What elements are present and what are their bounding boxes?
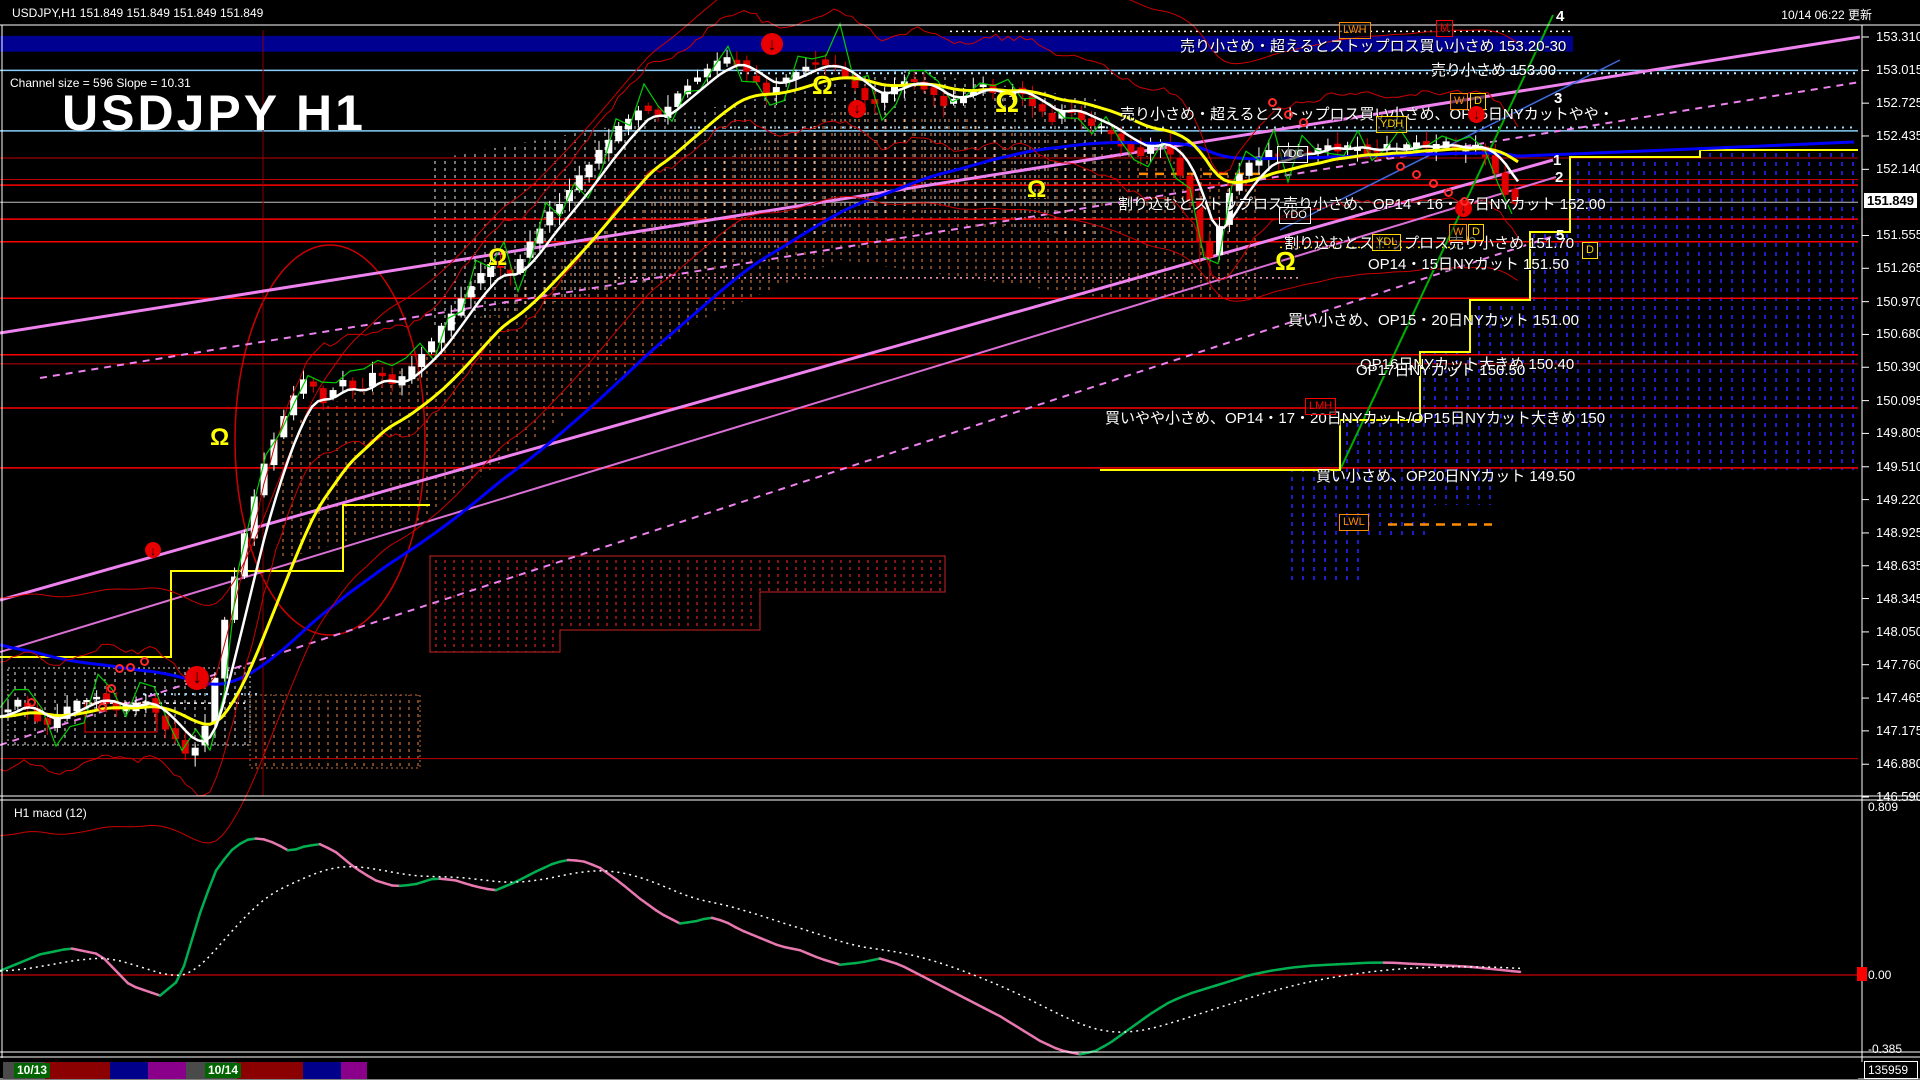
line-number-label: 5	[1556, 227, 1564, 244]
trade-annotation: 売り小さめ 153.00	[1431, 59, 1556, 80]
alert-ring-icon	[1299, 118, 1308, 127]
price-axis-label: 151.555	[1876, 227, 1920, 242]
line-number-label: 1	[1553, 152, 1561, 169]
trade-annotation: OP17日NYカット 150.50	[1356, 359, 1525, 380]
macd-axis-label: 0.00	[1868, 968, 1891, 982]
alert-ring-icon	[126, 663, 135, 672]
line-number-label: 4	[1556, 8, 1564, 25]
buy-signal-icon: Ω	[812, 72, 833, 98]
session-segment	[341, 1062, 367, 1079]
current-price-label: 151.849	[1864, 193, 1917, 208]
price-axis-label: 147.175	[1876, 723, 1920, 738]
session-segment	[367, 1062, 1858, 1079]
price-axis-label: 146.880	[1876, 756, 1920, 771]
price-axis-label: 149.805	[1876, 425, 1920, 440]
sell-signal-icon: ↓	[145, 542, 161, 558]
level-tag-ydc: YDC	[1277, 146, 1308, 163]
time-counter-box: 135959	[1864, 1061, 1918, 1079]
trade-annotation: 割り込むとストップロス売り小さめ 151.70	[1284, 232, 1574, 253]
chart-canvas	[0, 0, 1920, 1080]
session-segment	[148, 1062, 186, 1079]
macd-axis-label: 0.809	[1868, 800, 1898, 814]
alert-ring-icon	[1412, 170, 1421, 179]
level-tag-d: D	[1582, 242, 1598, 259]
buy-signal-icon: Ω	[488, 246, 507, 270]
price-axis-label: 150.680	[1876, 326, 1920, 341]
date-label: 10/13	[14, 1063, 50, 1078]
price-axis-label: 152.725	[1876, 95, 1920, 110]
alert-ring-icon	[27, 698, 36, 707]
date-label: 10/14	[205, 1063, 241, 1078]
level-tag-lmh: LMH	[1305, 398, 1336, 415]
alert-ring-icon	[107, 684, 116, 693]
price-axis-label: 153.015	[1876, 62, 1920, 77]
buy-signal-icon: Ω	[995, 88, 1019, 118]
macd-panel-label: H1 macd (12)	[14, 806, 87, 820]
price-axis-label: 150.095	[1876, 393, 1920, 408]
trade-annotation: 割り込むとストップロス売り小さめ、OP14・16・17日NYカット 152.00	[1118, 193, 1606, 214]
buy-signal-icon: Ω	[1027, 178, 1046, 202]
alert-ring-icon	[1460, 197, 1469, 206]
trading-app-window: USDJPY,H1 151.849 151.849 151.849 151.84…	[0, 0, 1920, 1080]
trade-annotation: 売り小さめ・超えるとストップロス買い小さめ 153.20-30	[1180, 35, 1566, 56]
price-axis-label: 151.265	[1876, 260, 1920, 275]
alert-ring-icon	[1284, 110, 1293, 119]
alert-ring-icon	[1268, 98, 1277, 107]
price-axis-label: 148.925	[1876, 525, 1920, 540]
trade-annotation: 買い小さめ、OP20日NYカット 149.50	[1316, 465, 1575, 486]
line-number-label: 3	[1554, 90, 1562, 107]
level-tag-lwh: LWH	[1339, 22, 1371, 39]
alert-ring-icon	[98, 703, 107, 712]
buy-signal-icon: Ω	[1275, 248, 1296, 274]
price-axis-label: 152.435	[1876, 128, 1920, 143]
sell-signal-icon: ↓	[848, 100, 866, 118]
alert-ring-icon	[1444, 188, 1453, 197]
macd-zero-tick	[1857, 967, 1867, 981]
price-axis-label: 153.310	[1876, 29, 1920, 44]
level-tag-ydo: YDO	[1279, 207, 1311, 224]
level-tag-ydl: YDL	[1372, 234, 1401, 251]
channel-info-label: Channel size = 596 Slope = 10.31	[10, 76, 191, 90]
session-segment	[237, 1062, 303, 1079]
sell-signal-icon: ↓	[185, 666, 209, 690]
price-axis-label: 148.635	[1876, 558, 1920, 573]
price-axis-label: 149.510	[1876, 459, 1920, 474]
macd-axis-label: -0.385	[1868, 1042, 1902, 1056]
buy-signal-icon: Ω	[210, 426, 229, 450]
price-axis-label: 152.140	[1876, 161, 1920, 176]
price-axis-label: 150.390	[1876, 359, 1920, 374]
alert-ring-icon	[1396, 162, 1405, 171]
trade-annotation: 売り小さめ・超えるとストップロス買い小さめ、OP15日NYカットやや・	[1120, 103, 1614, 124]
alert-ring-icon	[140, 657, 149, 666]
alert-ring-icon	[115, 664, 124, 673]
price-axis-label: 148.345	[1876, 591, 1920, 606]
watermark-title: USDJPY H1	[62, 84, 366, 142]
symbol-info: USDJPY,H1 151.849 151.849 151.849 151.84…	[12, 6, 263, 20]
session-segment	[110, 1062, 148, 1079]
price-axis-label: 147.760	[1876, 657, 1920, 672]
line-number-label: 2	[1555, 169, 1563, 186]
level-tag-d: D	[1468, 224, 1484, 241]
price-axis-label: 149.220	[1876, 492, 1920, 507]
level-tag-ydh: YDH	[1376, 116, 1407, 133]
level-tag-m: M	[1436, 20, 1453, 37]
level-tag-lwl: LWL	[1339, 514, 1369, 531]
sell-signal-icon: ↓	[761, 33, 783, 55]
alert-ring-icon	[1429, 179, 1438, 188]
price-axis-label: 147.465	[1876, 690, 1920, 705]
level-tag-w: W	[1450, 93, 1468, 110]
session-segment	[303, 1062, 341, 1079]
price-axis-label: 150.970	[1876, 294, 1920, 309]
level-tag-w: W	[1449, 224, 1467, 241]
session-segment	[45, 1062, 110, 1079]
price-axis-label: 148.050	[1876, 624, 1920, 639]
update-timestamp: 10/14 06:22 更新	[1781, 6, 1872, 23]
trade-annotation: 買いやや小さめ、OP14・17・20日NYカット/OP15日NYカット大きめ 1…	[1105, 407, 1605, 428]
trade-annotation: OP14・15日NYカット 151.50	[1368, 253, 1569, 274]
sell-signal-icon: ↓	[1468, 106, 1485, 123]
trade-annotation: 買い小さめ、OP15・20日NYカット 151.00	[1288, 309, 1579, 330]
